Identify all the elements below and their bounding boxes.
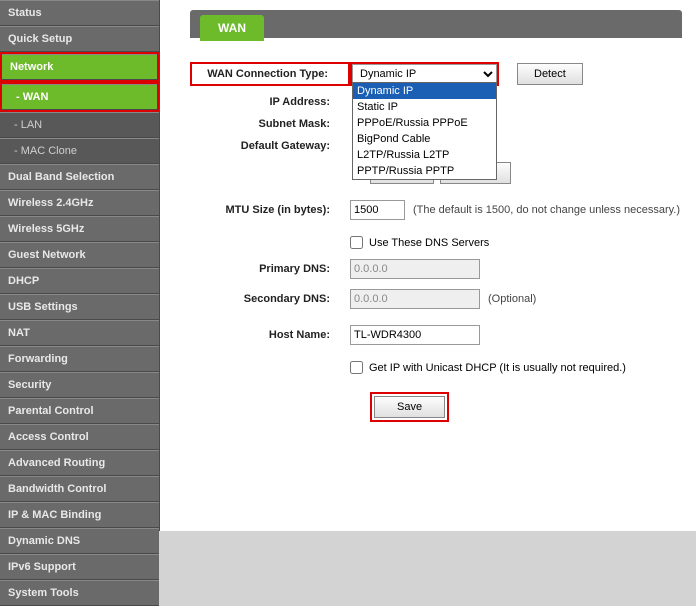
wan-type-option-static-ip[interactable]: Static IP bbox=[353, 99, 496, 115]
sidebar-item-wireless-5ghz[interactable]: Wireless 5GHz bbox=[0, 216, 159, 242]
sidebar-item-network[interactable]: Network bbox=[2, 54, 157, 80]
mtu-input[interactable] bbox=[350, 200, 405, 220]
sidebar-item-ipv6-support[interactable]: IPv6 Support bbox=[0, 554, 159, 580]
primary-dns-input[interactable] bbox=[350, 259, 480, 279]
sidebar-item-lan[interactable]: - LAN bbox=[0, 112, 159, 138]
wan-type-option-l2tp-russia-l2tp[interactable]: L2TP/Russia L2TP bbox=[353, 147, 496, 163]
wan-type-select[interactable]: Dynamic IP bbox=[352, 64, 497, 84]
sidebar-item-status[interactable]: Status bbox=[0, 0, 159, 26]
sidebar-item-guest-network[interactable]: Guest Network bbox=[0, 242, 159, 268]
wan-type-label: WAN Connection Type: bbox=[190, 62, 350, 86]
sidebar-item-dhcp[interactable]: DHCP bbox=[0, 268, 159, 294]
wan-type-option-dynamic-ip[interactable]: Dynamic IP bbox=[353, 83, 496, 99]
page-titlebar: WAN bbox=[190, 10, 682, 38]
sidebar-item-nat[interactable]: NAT bbox=[0, 320, 159, 346]
sidebar-item-security[interactable]: Security bbox=[0, 372, 159, 398]
main-content: WAN WAN Connection Type: Dynamic IP Dyna… bbox=[160, 0, 696, 531]
sidebar-item-usb-settings[interactable]: USB Settings bbox=[0, 294, 159, 320]
gateway-label: Default Gateway: bbox=[190, 140, 350, 152]
secondary-dns-input[interactable] bbox=[350, 289, 480, 309]
wan-type-dropdown-open: Dynamic IPStatic IPPPPoE/Russia PPPoEBig… bbox=[352, 82, 497, 180]
sidebar-item-access-control[interactable]: Access Control bbox=[0, 424, 159, 450]
mtu-label: MTU Size (in bytes): bbox=[190, 204, 350, 216]
sidebar-item-dynamic-dns[interactable]: Dynamic DNS bbox=[0, 528, 159, 554]
sidebar-item-bandwidth-control[interactable]: Bandwidth Control bbox=[0, 476, 159, 502]
use-dns-label: Use These DNS Servers bbox=[369, 237, 489, 249]
wan-type-option-bigpond-cable[interactable]: BigPond Cable bbox=[353, 131, 496, 147]
save-button[interactable]: Save bbox=[374, 396, 445, 418]
page-title: WAN bbox=[200, 15, 264, 41]
wan-type-option-pppoe-russia-pppoe[interactable]: PPPoE/Russia PPPoE bbox=[353, 115, 496, 131]
subnet-label: Subnet Mask: bbox=[190, 118, 350, 130]
detect-button[interactable]: Detect bbox=[517, 63, 583, 85]
use-dns-checkbox[interactable] bbox=[350, 236, 363, 249]
wan-type-option-pptp-russia-pptp[interactable]: PPTP/Russia PPTP bbox=[353, 163, 496, 179]
sidebar-item-quick-setup[interactable]: Quick Setup bbox=[0, 26, 159, 52]
sidebar-item-parental-control[interactable]: Parental Control bbox=[0, 398, 159, 424]
sidebar-item-advanced-routing[interactable]: Advanced Routing bbox=[0, 450, 159, 476]
sidebar-item-mac-clone[interactable]: - MAC Clone bbox=[0, 138, 159, 164]
unicast-dhcp-checkbox[interactable] bbox=[350, 361, 363, 374]
unicast-dhcp-label: Get IP with Unicast DHCP (It is usually … bbox=[369, 362, 626, 374]
sidebar-item-dual-band-selection[interactable]: Dual Band Selection bbox=[0, 164, 159, 190]
sidebar-item-wireless-2-4ghz[interactable]: Wireless 2.4GHz bbox=[0, 190, 159, 216]
wan-type-select-wrap: Dynamic IP Dynamic IPStatic IPPPPoE/Russ… bbox=[350, 62, 499, 86]
host-name-input[interactable] bbox=[350, 325, 480, 345]
sidebar-item-system-tools[interactable]: System Tools bbox=[0, 580, 159, 606]
sidebar: StatusQuick SetupNetwork - WAN- LAN- MAC … bbox=[0, 0, 160, 531]
save-highlight: Save bbox=[370, 392, 449, 422]
ip-label: IP Address: bbox=[190, 96, 350, 108]
mtu-hint: (The default is 1500, do not change unle… bbox=[413, 204, 680, 216]
secondary-dns-label: Secondary DNS: bbox=[190, 293, 350, 305]
secondary-dns-hint: (Optional) bbox=[488, 293, 536, 305]
sidebar-item-wan[interactable]: - WAN bbox=[2, 84, 157, 110]
sidebar-item-forwarding[interactable]: Forwarding bbox=[0, 346, 159, 372]
sidebar-item-ip-mac-binding[interactable]: IP & MAC Binding bbox=[0, 502, 159, 528]
primary-dns-label: Primary DNS: bbox=[190, 263, 350, 275]
host-name-label: Host Name: bbox=[190, 329, 350, 341]
